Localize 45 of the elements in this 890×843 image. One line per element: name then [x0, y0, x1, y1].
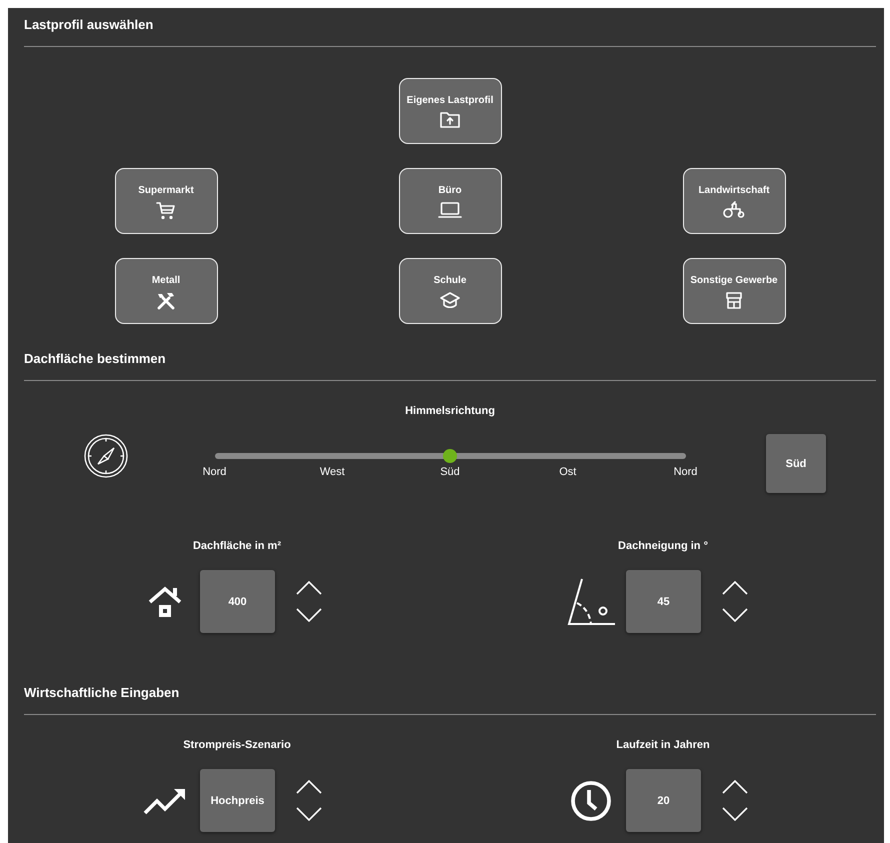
section-title: Lastprofil auswählen [24, 17, 154, 32]
tools-icon [156, 291, 176, 311]
value-display: 45 [626, 570, 701, 633]
house-icon [148, 584, 182, 618]
direction-button[interactable]: Süd [766, 434, 826, 493]
field-label: Dachfläche in m² [192, 539, 282, 554]
graduation-cap-icon [440, 291, 460, 309]
section-title: Dachfläche bestimmen [24, 351, 166, 366]
tick-label: Ost [558, 465, 578, 479]
cart-icon [156, 201, 176, 221]
value-display: 20 [626, 769, 701, 832]
chevron-up-button[interactable] [296, 780, 322, 794]
slider-thumb[interactable] [443, 449, 457, 463]
clock-icon [570, 780, 612, 822]
field-label: Strompreis-Szenario [183, 738, 291, 753]
chevron-down-button[interactable] [722, 807, 748, 821]
value-display: Hochpreis [200, 769, 275, 832]
field-label: Laufzeit in Jahren [616, 738, 710, 753]
chevron-down-button[interactable] [296, 807, 322, 821]
profile-button[interactable]: Schule [398, 258, 502, 324]
tractor-icon [723, 201, 745, 219]
value-display: 400 [200, 570, 275, 633]
profile-button[interactable]: Landwirtschaft [682, 168, 786, 234]
profile-button[interactable]: Büro [398, 168, 502, 234]
profile-button[interactable]: Supermarkt [114, 168, 218, 234]
chevron-up-button[interactable] [722, 780, 748, 794]
profile-button[interactable]: Sonstige Gewerbe [682, 258, 786, 324]
tick-label: Nord [202, 465, 228, 479]
folder-upload-icon [440, 111, 460, 128]
storefront-icon [725, 291, 743, 309]
chevron-up-button[interactable] [296, 581, 322, 595]
chevron-down-button[interactable] [296, 608, 322, 622]
chevron-down-button[interactable] [722, 608, 748, 622]
compass-icon [84, 434, 128, 478]
profile-button[interactable]: Eigenes Lastprofil [398, 78, 502, 144]
tick-label: Nord [672, 465, 698, 479]
chevron-up-button[interactable] [722, 581, 748, 595]
profile-button[interactable]: Metall [114, 258, 218, 324]
slider-label: Himmelsrichtung [404, 404, 496, 419]
tick-label: Süd [439, 465, 461, 479]
roof-angle-icon [566, 576, 616, 626]
laptop-icon [438, 201, 462, 219]
field-label: Dachneigung in ° [618, 539, 708, 554]
section-title: Wirtschaftliche Eingaben [24, 685, 180, 700]
tick-label: West [318, 465, 346, 479]
